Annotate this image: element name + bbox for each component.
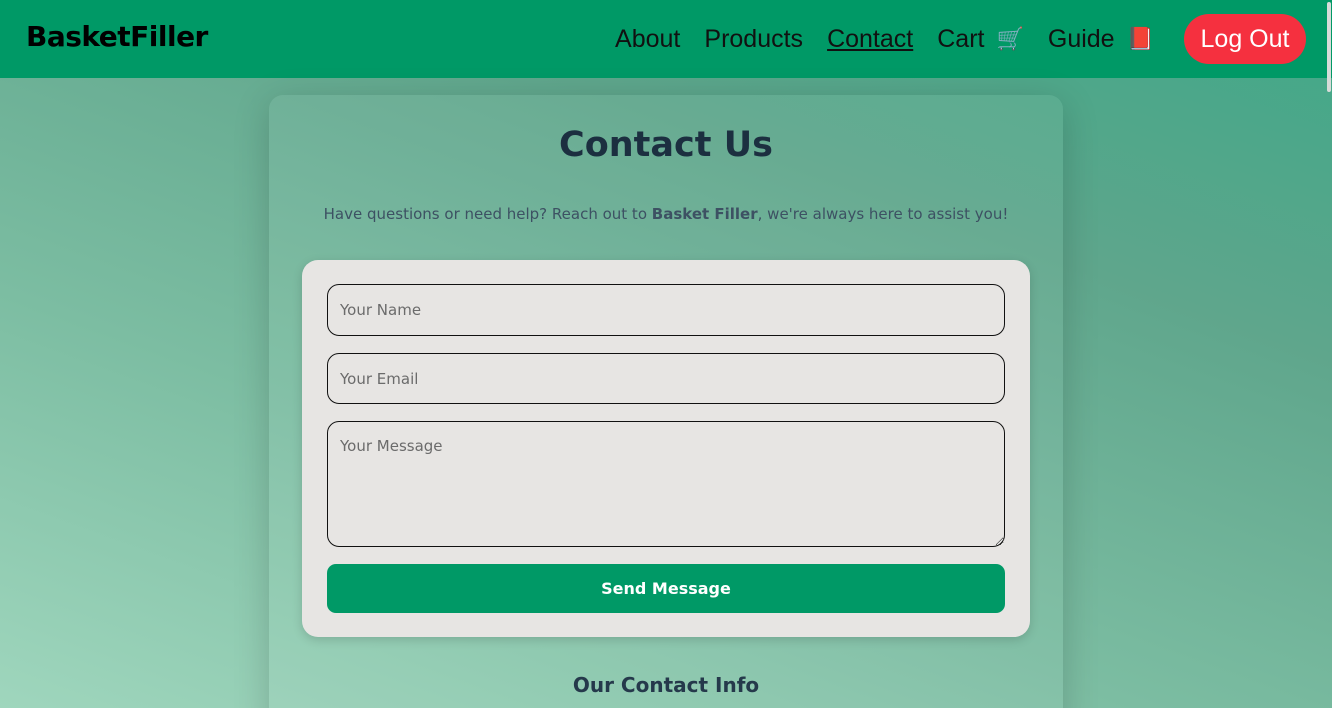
scrollbar-thumb[interactable] — [1327, 2, 1331, 92]
contact-form: Send Message — [302, 260, 1030, 637]
nav-products-label: Products — [704, 24, 804, 53]
name-input[interactable] — [327, 284, 1005, 336]
logout-button[interactable]: Log Out — [1184, 14, 1306, 64]
nav-links: About Products Contact Cart 🛒 Guide 📕 Lo… — [615, 14, 1306, 64]
brand-logo[interactable]: BasketFiller — [26, 20, 208, 53]
page-title: Contact Us — [559, 125, 773, 165]
subtitle-text-end: , we're always here to assist you! — [757, 205, 1009, 223]
message-textarea[interactable] — [327, 421, 1005, 547]
scrollbar[interactable] — [1326, 0, 1332, 708]
nav-about-label: About — [615, 24, 681, 53]
contact-card: Contact Us Have questions or need help? … — [269, 95, 1063, 708]
cart-icon: 🛒 — [996, 26, 1024, 51]
nav-guide-link[interactable]: Guide 📕 — [1048, 25, 1154, 54]
subtitle-brand: Basket Filler — [651, 205, 758, 223]
contact-info-heading: Our Contact Info — [572, 673, 760, 697]
nav-cart-link[interactable]: Cart 🛒 — [937, 25, 1024, 54]
nav-contact-link[interactable]: Contact — [827, 25, 913, 54]
nav-guide-label: Guide — [1047, 24, 1115, 53]
subtitle-text-start: Have questions or need help? Reach out t… — [323, 205, 652, 223]
page-subtitle: Have questions or need help? Reach out t… — [269, 205, 1063, 223]
navbar: BasketFiller About Products Contact Cart… — [0, 0, 1332, 78]
nav-about-link[interactable]: About — [615, 25, 680, 54]
nav-products-link[interactable]: Products — [704, 25, 803, 54]
book-icon: 📕 — [1126, 26, 1154, 51]
send-message-button[interactable]: Send Message — [327, 564, 1005, 613]
email-input[interactable] — [327, 353, 1005, 404]
nav-contact-label: Contact — [827, 24, 914, 53]
nav-cart-label: Cart — [937, 24, 985, 53]
